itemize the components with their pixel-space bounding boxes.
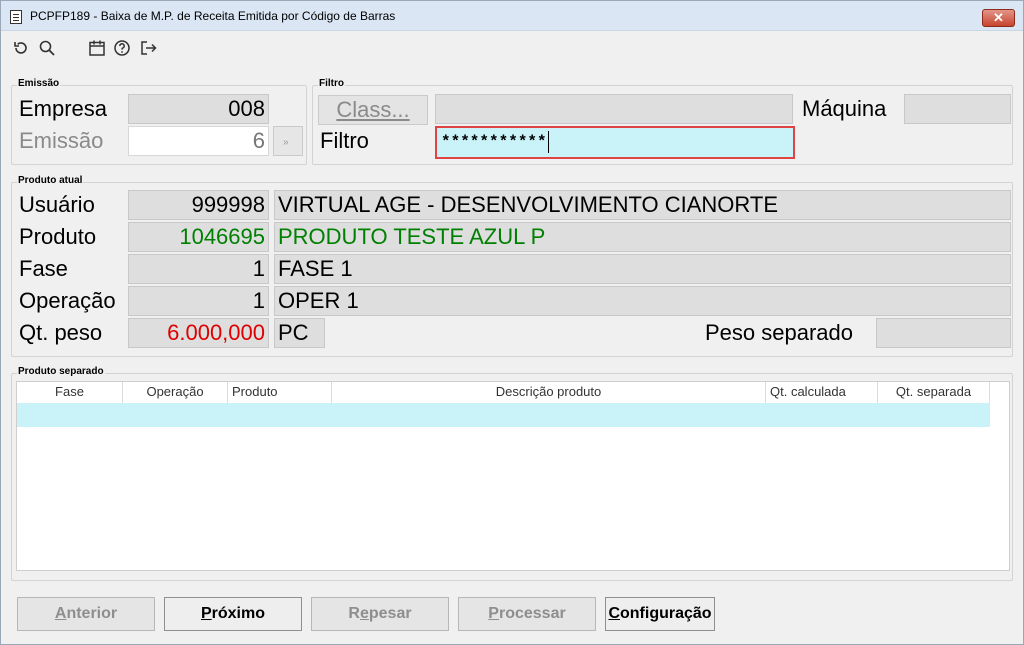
column-header-operacao[interactable]: Operação	[123, 382, 228, 403]
fase-desc-field: FASE 1	[274, 254, 1011, 284]
proximo-label: róximo	[211, 605, 265, 622]
operacao-code-field: 1	[128, 286, 269, 316]
repesar-label: pesar	[368, 605, 412, 622]
emissao-lookup-button[interactable]: »	[273, 126, 303, 156]
app-window: PCPFP189 - Baixa de M.P. de Receita Emit…	[0, 0, 1024, 645]
usuario-label: Usuário	[19, 192, 95, 217]
anterior-label: nterior	[66, 605, 118, 622]
qt-peso-label: Qt. peso	[19, 320, 103, 345]
qt-peso-field: 6.000,000	[128, 318, 269, 348]
produto-separado-legend: Produto separado	[17, 366, 105, 377]
produto-atual-legend: Produto atual	[17, 175, 84, 186]
undo-icon[interactable]	[12, 39, 30, 57]
empresa-field[interactable]: 008	[128, 94, 269, 124]
anterior-mnemonic: A	[54, 605, 67, 622]
text-caret	[547, 130, 549, 153]
repesar-mnemonic: e	[359, 605, 369, 622]
usuario-code-field: 999998	[128, 190, 269, 220]
maquina-field[interactable]	[904, 94, 1011, 124]
window-title: PCPFP189 - Baixa de M.P. de Receita Emit…	[30, 9, 396, 23]
peso-separado-label: Peso separado	[705, 320, 853, 345]
repesar-button[interactable]: Repesar	[311, 597, 449, 631]
toolbar	[1, 32, 1023, 64]
exit-icon[interactable]	[139, 39, 157, 57]
lookup-icon: »	[283, 137, 289, 148]
close-button[interactable]: ✕	[982, 9, 1015, 27]
filtro-legend: Filtro	[318, 78, 345, 89]
processar-button[interactable]: Processar	[458, 597, 596, 631]
anterior-button[interactable]: Anterior	[17, 597, 155, 631]
produto-separado-table[interactable]: Fase Operação Produto Descrição produto …	[16, 381, 1010, 571]
empresa-label: Empresa	[19, 96, 108, 121]
repesar-prefix: R	[348, 605, 360, 622]
operacao-label: Operação	[19, 288, 116, 313]
peso-separado-field	[876, 318, 1011, 348]
processar-label: rocessar	[498, 605, 566, 622]
proximo-button[interactable]: Próximo	[164, 597, 302, 631]
column-header-descricao[interactable]: Descrição produto	[332, 382, 766, 403]
fase-label: Fase	[19, 256, 68, 281]
produto-label: Produto	[19, 224, 97, 249]
configuracao-label: onfiguração	[620, 605, 712, 622]
table-row[interactable]	[17, 403, 990, 427]
emissao-label: Emissão	[19, 128, 104, 153]
operacao-desc-field: OPER 1	[274, 286, 1011, 316]
produto-code-field: 1046695	[128, 222, 269, 252]
filtro-label: Filtro	[320, 128, 369, 153]
proximo-mnemonic: P	[200, 605, 212, 622]
class-button[interactable]: Class...	[318, 95, 428, 125]
document-icon	[10, 10, 22, 24]
table-header: Fase Operação Produto Descrição produto …	[17, 382, 990, 403]
fase-code-field: 1	[128, 254, 269, 284]
search-icon[interactable]	[38, 39, 56, 57]
emissao-field[interactable]: 6	[128, 126, 269, 156]
usuario-desc-field: VIRTUAL AGE - DESENVOLVIMENTO CIANORTE	[274, 190, 1011, 220]
column-header-qt-calculada[interactable]: Qt. calculada	[766, 382, 878, 403]
configuracao-button[interactable]: Configuração	[605, 597, 715, 631]
help-icon[interactable]	[113, 39, 131, 57]
unit-field: PC	[274, 318, 325, 348]
produto-desc-field: PRODUTO TESTE AZUL P	[274, 222, 1011, 252]
configuracao-mnemonic: C	[608, 605, 620, 622]
calendar-icon[interactable]	[88, 39, 106, 57]
filtro-input[interactable]: ***********	[435, 126, 795, 159]
class-field[interactable]	[435, 94, 793, 124]
column-header-qt-separada[interactable]: Qt. separada	[878, 382, 990, 403]
emissao-legend: Emissão	[17, 78, 61, 89]
maquina-label: Máquina	[802, 96, 887, 121]
filtro-input-value: ***********	[441, 133, 547, 151]
column-header-fase[interactable]: Fase	[17, 382, 123, 403]
column-header-produto[interactable]: Produto	[228, 382, 332, 403]
title-bar: PCPFP189 - Baixa de M.P. de Receita Emit…	[1, 1, 1023, 31]
processar-mnemonic: P	[488, 605, 499, 622]
